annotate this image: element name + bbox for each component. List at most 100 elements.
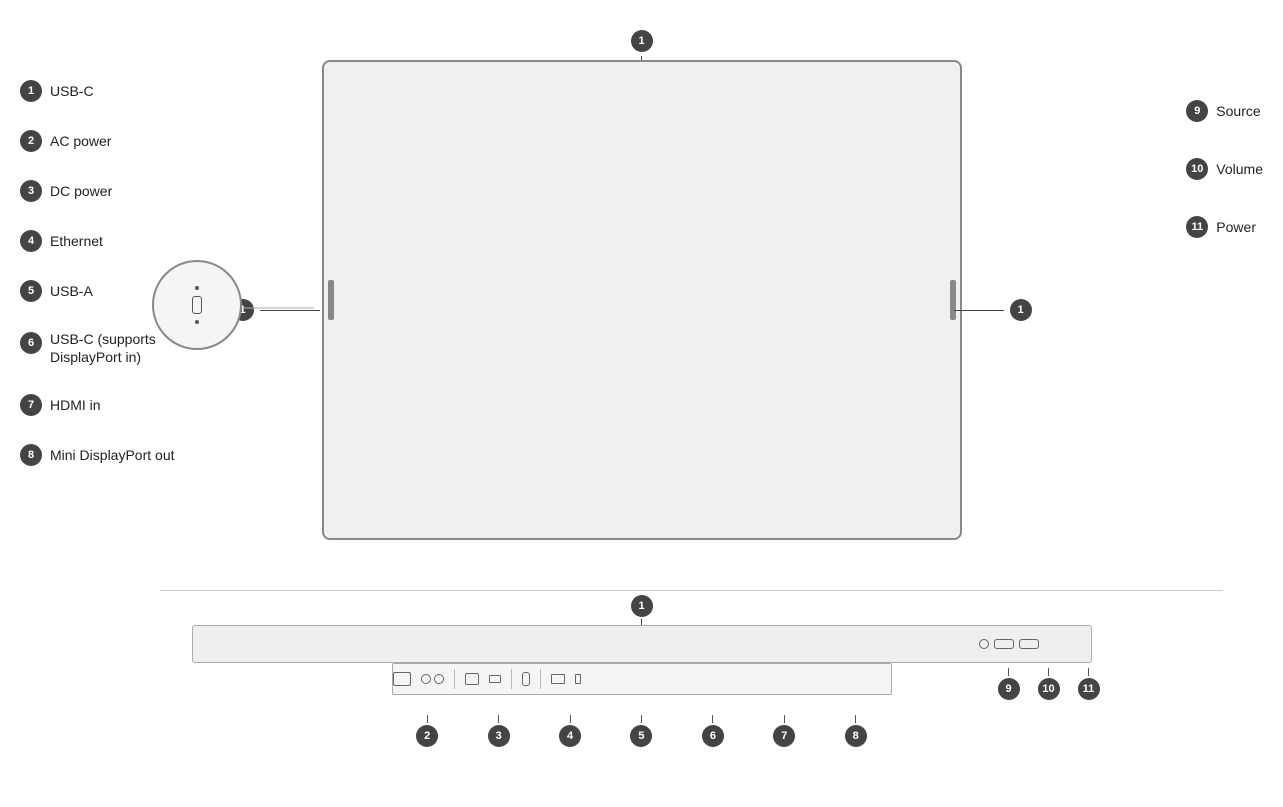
vert-line-7 — [784, 715, 785, 723]
rs-badge-num-10: 10 — [1038, 678, 1060, 700]
right-badge-line — [954, 310, 1004, 311]
badge-right-1: 1 — [1010, 299, 1032, 321]
device-silhouette: 1 — [142, 620, 1142, 665]
port-badge-labels: 2 3 4 5 6 — [392, 715, 892, 747]
vert-line-3 — [498, 715, 499, 723]
label-1: 1 USB-C — [20, 80, 175, 102]
port-square-ac — [393, 672, 411, 686]
port-icon-eth — [465, 673, 479, 685]
vert-line-2 — [427, 715, 428, 723]
device-main-body — [192, 625, 1092, 663]
left-port-indicator — [328, 280, 334, 320]
left-labels: 1 USB-C 2 AC power 3 DC power 4 Ethernet… — [20, 80, 175, 466]
section-divider — [160, 590, 1223, 591]
device-btn-circle — [979, 639, 989, 649]
top-section: 1 USB-C 2 AC power 3 DC power 4 Ethernet… — [0, 20, 1283, 590]
port-badge-2: 2 — [416, 725, 438, 747]
badge-bottom-1: 1 — [631, 595, 653, 617]
right-side-badge-1: 1 — [954, 299, 1032, 321]
port-ethernet-icon — [465, 673, 479, 685]
device-btn-rect-2 — [1019, 639, 1039, 649]
port-label-item-5: 5 — [630, 715, 652, 747]
port-circle-1 — [421, 674, 431, 684]
rs-vert-9 — [1008, 668, 1009, 676]
port-hdmi-icon — [551, 674, 565, 684]
label-text-9: Source — [1216, 102, 1260, 120]
port-badge-7: 7 — [773, 725, 795, 747]
bottom-section: 1 — [0, 620, 1283, 800]
badge-8: 8 — [20, 444, 42, 466]
label-text-11: Power — [1216, 218, 1256, 236]
rs-vert-10 — [1048, 668, 1049, 676]
label-4: 4 Ethernet — [20, 230, 175, 252]
right-labels: 9 Source 10 Volume 11 Power — [1186, 100, 1263, 238]
monitor-diagram: 1 1 1 — [312, 30, 972, 560]
port-usbc-detail — [192, 296, 202, 314]
port-usbc-small — [522, 672, 530, 686]
vert-line-5 — [641, 715, 642, 723]
port-detail — [192, 286, 202, 324]
label-text-3: DC power — [50, 182, 112, 200]
rs-vert-11 — [1088, 668, 1089, 676]
right-label-11: 11 Power — [1186, 216, 1263, 238]
port-icon-ac — [393, 672, 411, 686]
port-badge-3: 3 — [488, 725, 510, 747]
port-circles-dc — [421, 674, 444, 684]
right-side-badges: 9 10 11 — [998, 668, 1100, 700]
port-icon-mini — [575, 674, 581, 684]
port-dot-2 — [195, 320, 199, 324]
label-text-1: USB-C — [50, 82, 94, 100]
port-panel — [392, 663, 892, 695]
rs-badge-num-9: 9 — [998, 678, 1020, 700]
port-label-item-6: 6 — [702, 715, 724, 747]
badge-2: 2 — [20, 130, 42, 152]
port-mini-icon — [575, 674, 581, 684]
port-divider-3 — [540, 669, 541, 689]
port-badge-8: 8 — [845, 725, 867, 747]
port-divider-1 — [454, 669, 455, 689]
port-icon-dc — [421, 674, 444, 684]
label-2: 2 AC power — [20, 130, 175, 152]
label-text-2: AC power — [50, 132, 111, 150]
badge-top-1: 1 — [631, 30, 653, 52]
port-badge-6: 6 — [702, 725, 724, 747]
port-divider-2 — [511, 669, 512, 689]
zoom-connector-svg — [244, 298, 324, 318]
label-text-8: Mini DisplayPort out — [50, 446, 175, 464]
vert-line-8 — [855, 715, 856, 723]
port-label-item-8: 8 — [845, 715, 867, 747]
label-text-4: Ethernet — [50, 232, 103, 250]
label-6: 6 USB-C (supports DisplayPort in) — [20, 330, 175, 366]
port-label-item-7: 7 — [773, 715, 795, 747]
badge-5: 5 — [20, 280, 42, 302]
rs-badge-11: 11 — [1078, 668, 1100, 700]
port-label-item-2: 2 — [416, 715, 438, 747]
port-label-item-3: 3 — [488, 715, 510, 747]
port-usb-icon — [489, 675, 501, 683]
label-7: 7 HDMI in — [20, 394, 175, 416]
rs-badge-9: 9 — [998, 668, 1020, 700]
port-dot-1 — [195, 286, 199, 290]
device-right-buttons — [979, 639, 1039, 649]
label-3: 3 DC power — [20, 180, 175, 202]
badge-6: 6 — [20, 332, 42, 354]
label-text-7: HDMI in — [50, 396, 101, 414]
port-badge-5: 5 — [630, 725, 652, 747]
port-icon-usb — [489, 675, 501, 683]
badge-1: 1 — [20, 80, 42, 102]
badge-4: 4 — [20, 230, 42, 252]
badge-9: 9 — [1186, 100, 1208, 122]
label-text-10: Volume — [1216, 160, 1263, 178]
port-badge-4: 4 — [559, 725, 581, 747]
port-circle-2 — [434, 674, 444, 684]
label-8: 8 Mini DisplayPort out — [20, 444, 175, 466]
vert-line-6 — [712, 715, 713, 723]
port-label-item-4: 4 — [559, 715, 581, 747]
badge-10: 10 — [1186, 158, 1208, 180]
right-label-9: 9 Source — [1186, 100, 1263, 122]
monitor-frame — [322, 60, 962, 540]
label-text-5: USB-A — [50, 282, 93, 300]
port-icon-usbc — [522, 672, 530, 686]
device-btn-rect-1 — [994, 639, 1014, 649]
right-label-10: 10 Volume — [1186, 158, 1263, 180]
